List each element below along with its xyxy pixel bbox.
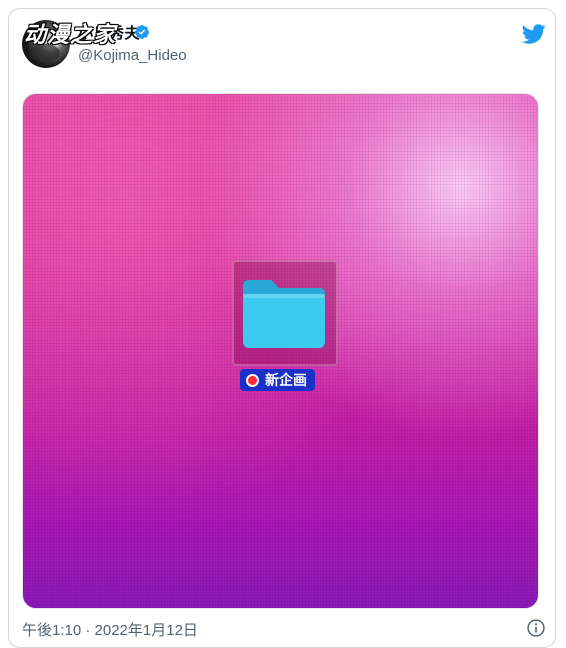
folder-name: 新企画 <box>265 372 307 388</box>
tweet-photo[interactable]: 新企画 <box>22 93 539 609</box>
user-handle[interactable]: @Kojima_Hideo <box>78 47 187 64</box>
twitter-bird-icon[interactable] <box>522 22 546 46</box>
tweet-timestamp[interactable]: 午後1:10 · 2022年1月12日 <box>22 619 198 640</box>
verified-badge-icon <box>135 25 150 39</box>
folder-icon[interactable] <box>239 272 329 352</box>
info-icon[interactable] <box>526 618 546 638</box>
watermark: 动漫之家 <box>24 23 117 48</box>
folder-label[interactable]: 新企画 <box>240 369 315 391</box>
red-tag-icon <box>246 373 259 387</box>
